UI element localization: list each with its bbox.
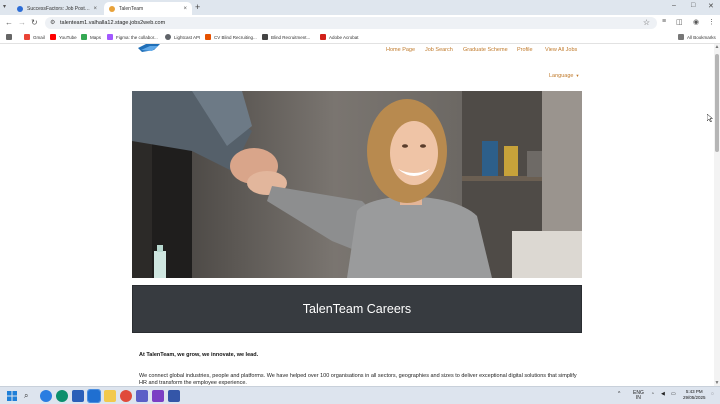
windows-start-icon[interactable] (7, 391, 17, 401)
minimize-icon[interactable]: – (672, 2, 676, 9)
app-2-icon[interactable] (168, 390, 180, 402)
tab-title: TalenTeam (119, 5, 144, 12)
bookmark-maps[interactable]: Maps (81, 34, 101, 40)
bookmarks-bar: Gmail YouTube Maps Figma: the collabor..… (0, 31, 720, 44)
bookmark-gmail[interactable]: Gmail (24, 34, 45, 40)
scroll-thumb[interactable] (715, 54, 719, 152)
reload-icon[interactable]: ↻ (31, 18, 38, 27)
nav-view-all-jobs[interactable]: View All Jobs (545, 47, 577, 53)
cv-icon (205, 34, 211, 40)
extensions-icon[interactable]: ◫ (676, 18, 683, 26)
apps-grid-icon[interactable] (6, 34, 15, 40)
search-icon[interactable]: ⌕ (24, 391, 28, 401)
caret-down-icon: ▼ (575, 73, 580, 78)
app-icon[interactable] (152, 390, 164, 402)
input-language[interactable]: ENG IN (633, 391, 644, 401)
intro-paragraph: We connect global industries, people and… (139, 373, 577, 386)
youtube-icon (50, 34, 56, 40)
tray-chevron-icon[interactable]: ^ (618, 391, 620, 397)
bookmark-star-icon[interactable]: ☆ (643, 18, 650, 27)
bookmark-youtube[interactable]: YouTube (50, 34, 77, 40)
talenteam-logo-icon[interactable] (138, 44, 160, 52)
file-explorer-icon[interactable] (104, 390, 116, 402)
word-icon[interactable] (72, 390, 84, 402)
nav-profile[interactable]: Profile (517, 47, 533, 53)
maps-icon (81, 34, 87, 40)
folder-icon (678, 34, 684, 40)
tab-talenteam[interactable]: TalenTeam × (104, 2, 192, 15)
address-bar[interactable]: ⚙ talenteam1.valhalla12.stage.jobs2web.c… (45, 17, 657, 29)
notifications-icon[interactable]: ◌ (711, 391, 714, 397)
outlook-icon[interactable] (87, 389, 101, 403)
mouse-cursor-icon (707, 114, 713, 122)
gmail-icon (24, 34, 30, 40)
battery-icon[interactable]: ▭ (671, 391, 676, 397)
profile-avatar-icon[interactable]: ◉ (693, 18, 699, 26)
nav-home-page[interactable]: Home Page (386, 47, 415, 53)
blind-icon (262, 34, 268, 40)
close-tab-icon[interactable]: × (93, 6, 97, 12)
banner-title: TalenTeam Careers (302, 302, 412, 316)
site-info-icon[interactable]: ⚙ (50, 19, 55, 26)
close-window-icon[interactable]: ✕ (708, 2, 714, 10)
language-dropdown[interactable]: Language ▼ (549, 73, 579, 79)
chrome-icon[interactable] (120, 390, 132, 402)
browser-toolbar: ← → ↻ ⚙ talenteam1.valhalla12.stage.jobs… (0, 15, 720, 31)
bookmark-adobe[interactable]: Adobe Acrobat (320, 34, 359, 40)
bookmark-cv-blind[interactable]: CV Blind Recruiting... (205, 34, 257, 40)
system-clock[interactable]: 5:43 PM 29/05/2025 (683, 389, 706, 401)
url-text[interactable]: talenteam1.valhalla12.stage.jobs2web.com (60, 20, 165, 26)
bookmark-lightcast[interactable]: Lightcast API (165, 34, 200, 40)
media-controls-icon[interactable]: ≡ (662, 18, 666, 25)
adobe-acrobat-icon (320, 34, 326, 40)
tab-title: SuccessFactors: Job Postings (27, 5, 91, 12)
wifi-icon[interactable]: ◔ (651, 391, 654, 397)
scroll-up-icon[interactable]: ▲ (714, 44, 720, 50)
taskbar: ⌕ ^ ENG IN ◔ ◀ ▭ 5:43 PM 29/05/2025 ◌ (0, 386, 720, 404)
talenteam-favicon-icon (109, 5, 115, 12)
tab-successfactors[interactable]: SuccessFactors: Job Postings × (12, 2, 102, 15)
back-icon[interactable]: ← (5, 18, 13, 27)
bookmark-blind-recruitment[interactable]: Blind Recruitment... (262, 34, 310, 40)
nav-job-search[interactable]: Job Search (425, 47, 453, 53)
teams-icon[interactable] (136, 390, 148, 402)
figma-icon (107, 34, 113, 40)
volume-icon[interactable]: ◀ (661, 391, 665, 397)
bookmark-figma[interactable]: Figma: the collabor... (107, 34, 158, 40)
successfactors-favicon-icon (17, 5, 23, 12)
copilot-icon[interactable] (40, 390, 52, 402)
intro-heading: At TalenTeam, we grow, we innovate, we l… (139, 352, 259, 358)
forward-icon[interactable]: → (18, 18, 26, 27)
edge-icon[interactable] (56, 390, 68, 402)
careers-banner: TalenTeam Careers (132, 285, 582, 333)
all-bookmarks[interactable]: All Bookmarks (678, 34, 716, 40)
page-scrollbar[interactable]: ▲ ▼ (714, 44, 720, 386)
new-tab-button[interactable]: + (195, 2, 200, 12)
maximize-icon[interactable]: □ (691, 2, 695, 9)
tab-search-icon[interactable]: ▾ (3, 3, 6, 10)
page-viewport: Home Page Job Search Graduate Scheme Pro… (0, 44, 714, 386)
menu-kebab-icon[interactable]: ⋮ (708, 18, 715, 26)
tab-strip: ▾ SuccessFactors: Job Postings × TalenTe… (0, 0, 720, 15)
close-tab-icon[interactable]: × (183, 6, 187, 12)
nav-graduate-scheme[interactable]: Graduate Scheme (463, 47, 508, 53)
hero-image (132, 91, 582, 278)
lightcast-icon (165, 34, 171, 40)
